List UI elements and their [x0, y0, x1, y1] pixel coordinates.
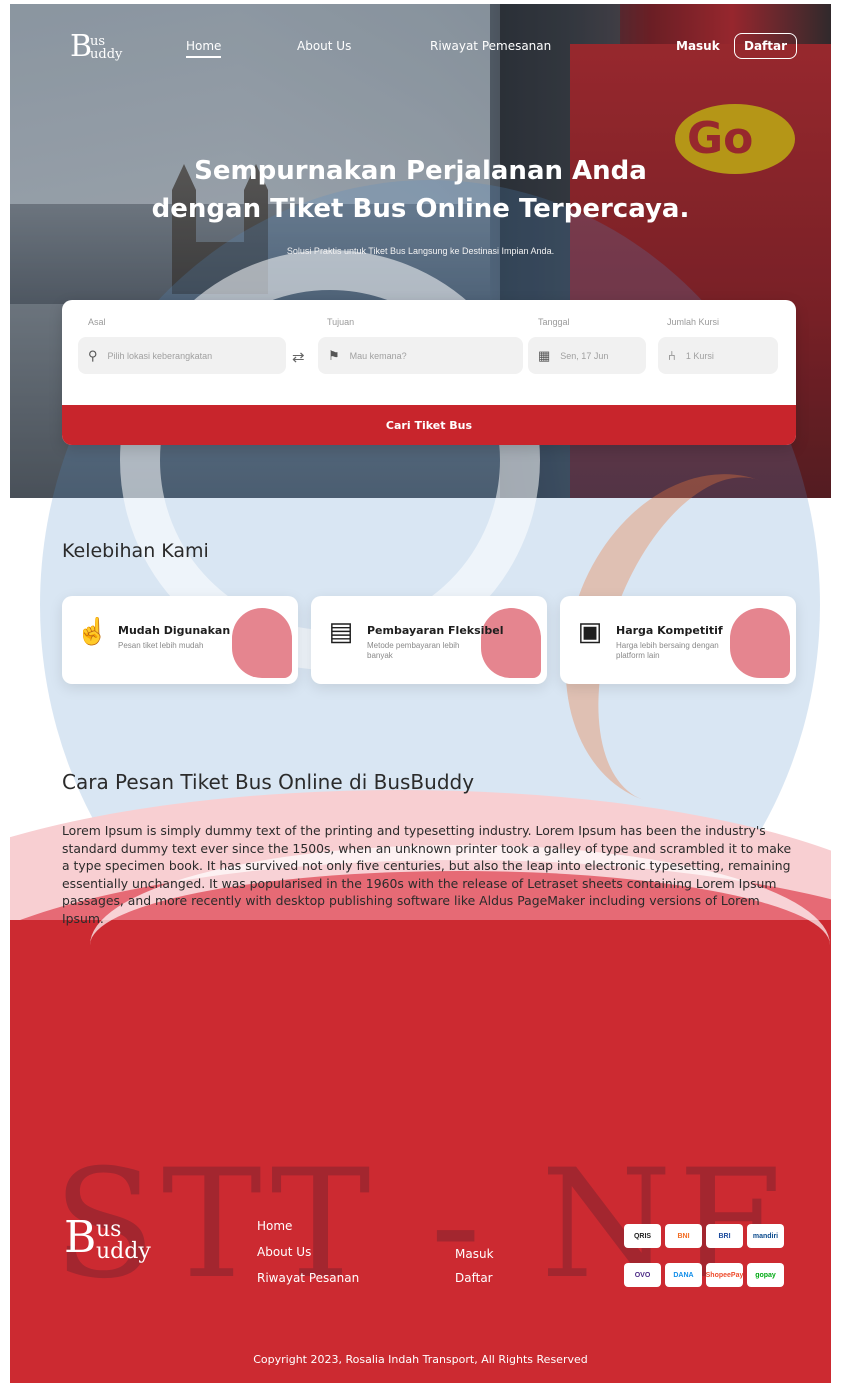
asal-placeholder: Pilih lokasi keberangkatan: [107, 350, 213, 361]
gopay-logo: gopay: [747, 1263, 784, 1287]
feature-title: Harga Kompetitif: [616, 624, 723, 637]
feature-card-payment: ▤ Pembayaran Fleksibel Metode pembayaran…: [311, 596, 547, 684]
footer-brand-line1: us: [96, 1217, 122, 1242]
nav-riwayat-link[interactable]: Riwayat Pemesanan: [430, 39, 551, 53]
heart-decoration: [481, 608, 541, 678]
pay-card-icon: ▤: [328, 616, 354, 646]
heart-decoration: [730, 608, 790, 678]
ovo-logo: OVO: [624, 1263, 661, 1287]
top-navbar: B us uddy Home About Us Riwayat Pemesana…: [10, 4, 831, 94]
hero-headline: Sempurnakan Perjalanan Anda dengan Tiket…: [10, 152, 831, 228]
bri-logo: BRI: [706, 1224, 743, 1248]
bus-stop-icon: ⚑: [328, 347, 340, 363]
tujuan-field[interactable]: ⚑ Mau kemana?: [318, 337, 523, 374]
brand-line2: uddy: [90, 47, 123, 62]
kursi-field[interactable]: ⑃ 1 Kursi: [658, 337, 778, 374]
kursi-value: 1 Kursi: [685, 350, 714, 361]
register-button[interactable]: Daftar: [734, 33, 798, 59]
tujuan-label: Tujuan: [327, 317, 355, 327]
qris-logo: QRIS: [624, 1224, 661, 1248]
cara-body: Lorem Ipsum is simply dummy text of the …: [62, 823, 792, 926]
footer-brand-letter: B: [64, 1212, 97, 1263]
footer-daftar-link[interactable]: Daftar: [455, 1271, 493, 1285]
search-card: Asal ⚲ Pilih lokasi keberangkatan ⇄ Tuju…: [62, 300, 796, 445]
feature-desc: Pesan tiket lebih mudah: [118, 641, 204, 650]
swap-icon[interactable]: ⇄: [292, 348, 305, 366]
hero-headline-line2: dengan Tiket Bus Online Terpercaya.: [151, 194, 690, 224]
shopeepay-logo: ShopeePay: [706, 1263, 743, 1287]
login-link[interactable]: Masuk: [676, 39, 720, 53]
feature-card-price: ▣ Harga Kompetitif Harga lebih bersaing …: [560, 596, 796, 684]
heart-decoration: [232, 608, 292, 678]
tanggal-value: Sen, 17 Jun: [560, 350, 609, 361]
hero-subtitle: Solusi Praktis untuk Tiket Bus Langsung …: [286, 246, 555, 256]
asal-label: Asal: [88, 317, 106, 327]
location-pin-icon: ⚲: [88, 347, 98, 363]
brand-letter: B: [70, 29, 93, 64]
copyright-text: Copyright 2023, Rosalia Indah Transport,…: [253, 1353, 588, 1366]
nav-about-link[interactable]: About Us: [297, 39, 351, 53]
feature-title: Mudah Digunakan: [118, 624, 231, 637]
mandiri-logo: mandiri: [747, 1224, 784, 1248]
kelebihan-title: Kelebihan Kami: [62, 540, 209, 562]
footer-about-link[interactable]: About Us: [257, 1245, 311, 1259]
tujuan-placeholder: Mau kemana?: [349, 350, 407, 361]
feature-desc: Harga lebih bersaing dengan platform lai…: [616, 641, 719, 660]
tanggal-field[interactable]: ▦ Sen, 17 Jun: [528, 337, 646, 374]
footer-home-link[interactable]: Home: [257, 1219, 292, 1233]
easy-hand-icon: ☝: [76, 616, 109, 646]
brand-logo[interactable]: B us uddy: [70, 29, 122, 64]
feature-card-easy: ☝ Mudah Digunakan Pesan tiket lebih muda…: [62, 596, 298, 684]
feature-desc: Metode pembayaran lebih banyak: [367, 641, 460, 660]
calendar-icon: ▦: [538, 347, 551, 363]
feature-title: Pembayaran Fleksibel: [367, 624, 504, 637]
footer-brand-logo[interactable]: B us uddy: [64, 1216, 151, 1263]
footer-brand-line2: uddy: [96, 1239, 151, 1264]
kursi-label: Jumlah Kursi: [667, 317, 720, 327]
hero-headline-line1: Sempurnakan Perjalanan Anda: [194, 156, 647, 186]
footer-riwayat-link[interactable]: Riwayat Pesanan: [257, 1271, 359, 1285]
search-bus-button[interactable]: Cari Tiket Bus: [62, 405, 796, 445]
seat-icon: ⑃: [668, 348, 676, 363]
money-icon: ▣: [577, 616, 603, 646]
nav-home-link[interactable]: Home: [186, 39, 222, 58]
cara-title: Cara Pesan Tiket Bus Online di BusBuddy: [62, 770, 475, 794]
bni-logo: BNI: [665, 1224, 702, 1248]
dana-logo: DANA: [665, 1263, 702, 1287]
footer-masuk-link[interactable]: Masuk: [455, 1247, 494, 1261]
tanggal-label: Tanggal: [538, 317, 570, 327]
asal-field[interactable]: ⚲ Pilih lokasi keberangkatan: [78, 337, 286, 374]
